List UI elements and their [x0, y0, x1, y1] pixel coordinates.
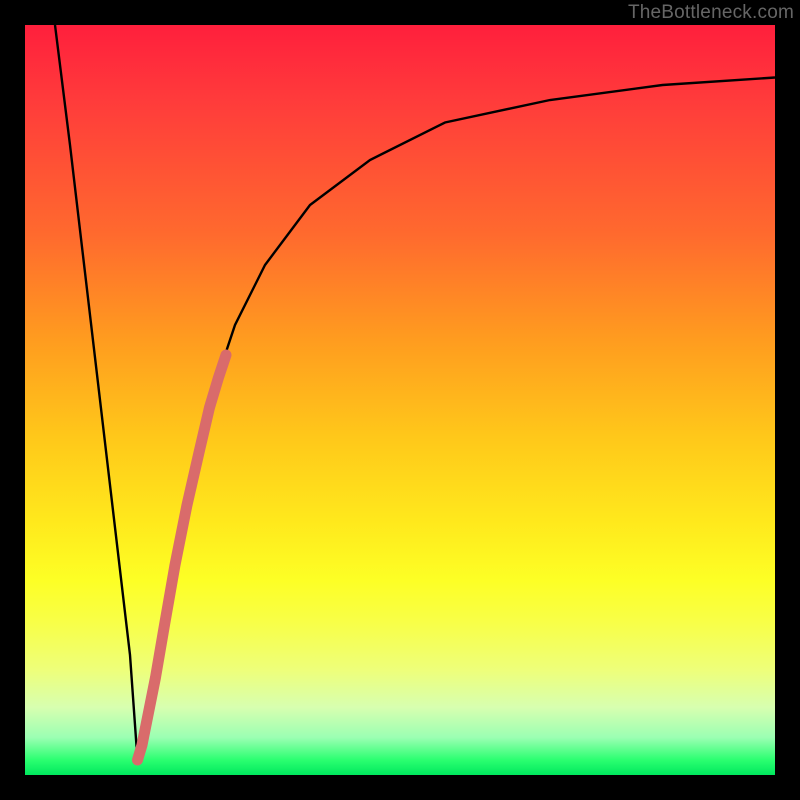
- watermark-text: TheBottleneck.com: [628, 2, 794, 24]
- right-branch-line: [138, 78, 776, 761]
- chart-frame: TheBottleneck.com: [0, 0, 800, 800]
- plot-area: [25, 25, 775, 775]
- left-branch-line: [55, 25, 138, 760]
- curves-svg: [25, 25, 775, 775]
- highlight-segment-line: [138, 355, 227, 760]
